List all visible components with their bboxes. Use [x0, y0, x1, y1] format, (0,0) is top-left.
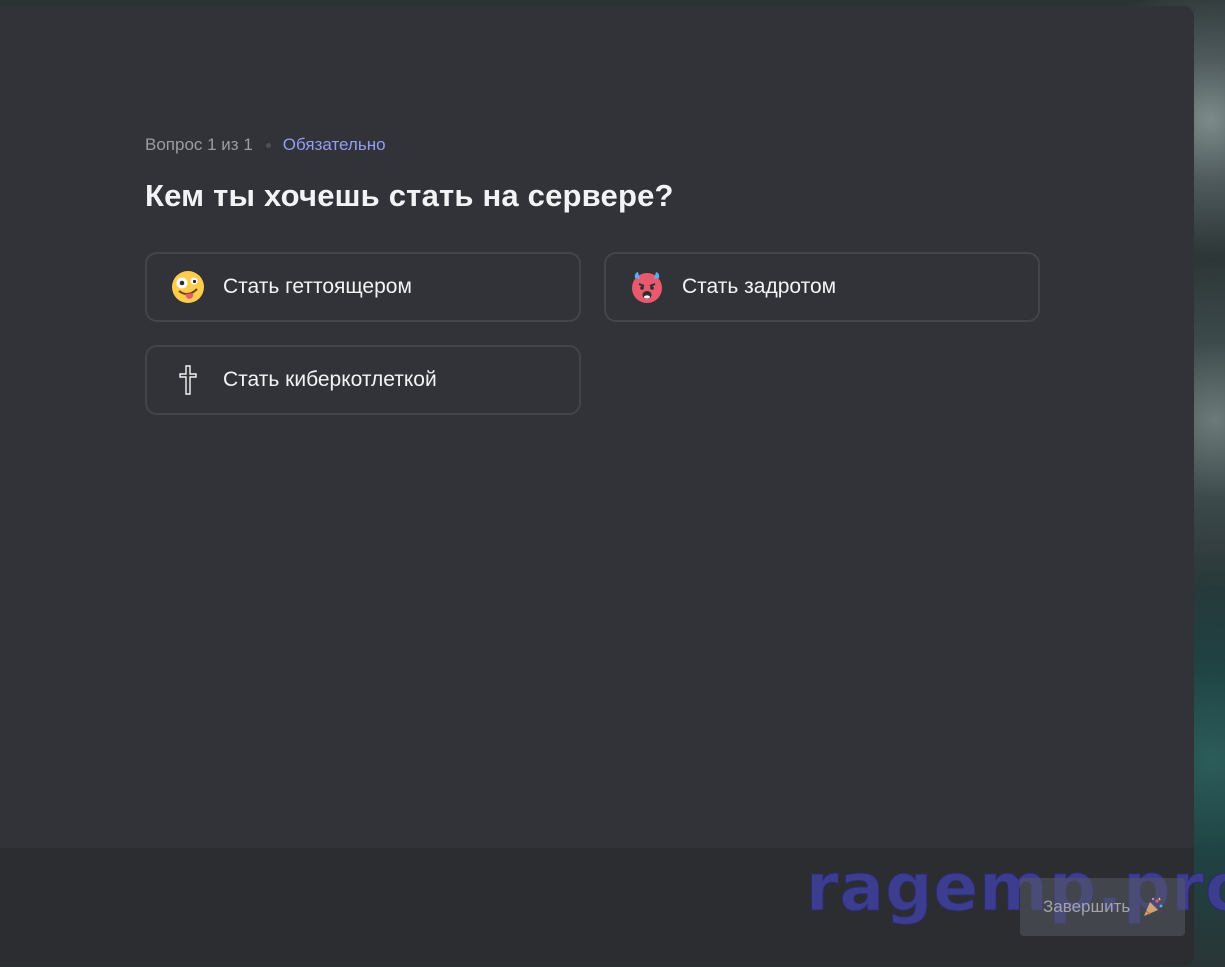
latin-cross-icon	[171, 363, 205, 397]
onboarding-modal: Вопрос 1 из 1 Обязательно Кем ты хочешь …	[0, 6, 1194, 966]
hot-face-icon	[630, 270, 664, 304]
required-label: Обязательно	[282, 135, 386, 154]
zany-face-icon	[171, 270, 205, 304]
question-meta: Вопрос 1 из 1 Обязательно	[145, 133, 1045, 157]
question-section: Вопрос 1 из 1 Обязательно Кем ты хочешь …	[145, 133, 1045, 422]
question-counter: Вопрос 1 из 1	[145, 135, 253, 154]
options-grid: Стать геттоящером Стать задротом Стать к…	[145, 252, 1045, 422]
question-title: Кем ты хочешь стать на сервере?	[145, 178, 674, 213]
modal-footer	[0, 848, 1194, 966]
option-label: Стать задротом	[682, 275, 837, 298]
finish-button-label: Завершить	[1043, 897, 1131, 916]
finish-button[interactable]: Завершить	[1020, 878, 1185, 936]
option-zadrot[interactable]: Стать задротом	[604, 252, 1040, 322]
party-popper-icon	[1142, 895, 1166, 919]
option-label: Стать геттоящером	[223, 275, 412, 298]
option-kiberkotletka[interactable]: Стать киберкотлеткой	[145, 345, 581, 415]
separator-dot	[265, 142, 271, 148]
option-gettoyashcher[interactable]: Стать геттоящером	[145, 252, 581, 322]
option-label: Стать киберкотлеткой	[223, 368, 437, 391]
